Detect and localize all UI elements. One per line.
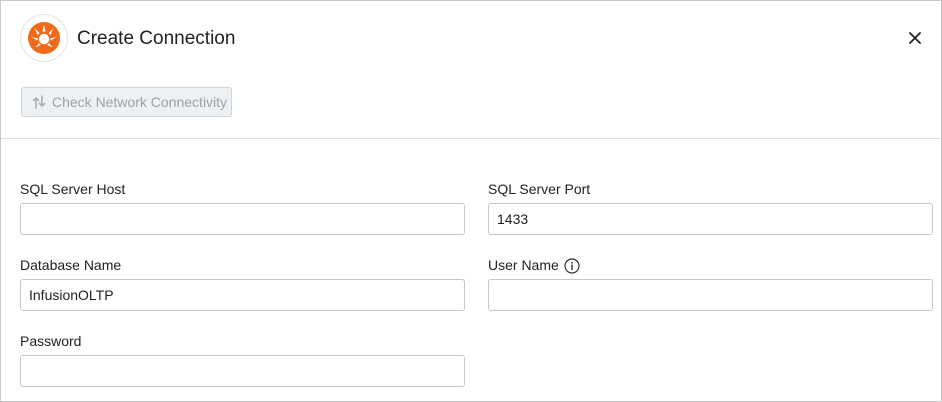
dialog-title: Create Connection <box>77 28 236 49</box>
header-divider <box>1 138 941 139</box>
password-label-text: Password <box>20 333 82 349</box>
sql-server-host-label-text: SQL Server Host <box>20 181 126 197</box>
create-connection-dialog: Create Connection Check Network Connecti… <box>0 0 942 402</box>
database-name-label: Database Name <box>20 257 121 274</box>
check-network-connectivity-button[interactable]: Check Network Connectivity <box>21 87 232 117</box>
close-icon <box>909 32 921 44</box>
sql-server-host-label: SQL Server Host <box>20 181 125 198</box>
network-connectivity-icon <box>31 94 47 110</box>
user-name-label: User Name <box>488 257 580 274</box>
sql-server-port-label-text: SQL Server Port <box>488 181 591 197</box>
sql-server-port-input[interactable] <box>488 203 933 235</box>
close-button[interactable] <box>905 28 925 48</box>
database-name-label-text: Database Name <box>20 257 122 273</box>
password-input[interactable] <box>20 355 465 387</box>
password-label: Password <box>20 333 81 350</box>
sql-server-host-input[interactable] <box>20 203 465 235</box>
user-name-label-text: User Name <box>488 257 559 273</box>
info-icon[interactable] <box>564 257 580 274</box>
brand-logo-icon <box>20 14 68 62</box>
dialog-header: Create Connection <box>1 1 941 77</box>
database-name-input[interactable] <box>20 279 465 311</box>
check-network-connectivity-label: Check Network Connectivity <box>52 94 228 110</box>
sql-server-port-label: SQL Server Port <box>488 181 590 198</box>
user-name-input[interactable] <box>488 279 933 311</box>
